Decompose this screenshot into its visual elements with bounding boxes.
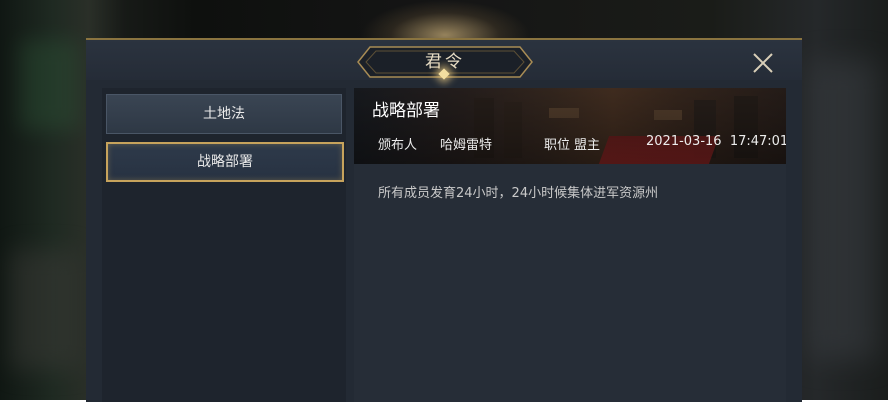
background-blur [808, 60, 878, 360]
decree-detail: 战略部署 颁布人 哈姆雷特 职位 盟主 2021-03-16 17:47:01 … [354, 88, 786, 402]
decree-dialog: 君令 土地法 战略部署 战略部署 颁布人 哈姆雷特 职位 盟主 2021-03-… [86, 38, 802, 402]
publisher-label: 颁布人 [378, 138, 418, 153]
close-button[interactable] [750, 50, 776, 76]
tab-strategic-deployment[interactable]: 战略部署 [106, 142, 344, 182]
background-blur [20, 40, 80, 130]
decree-content: 所有成员发育24小时，24小时候集体进军资源州 [378, 186, 659, 201]
decree-banner: 战略部署 颁布人 哈姆雷特 职位 盟主 2021-03-16 17:47:01 [354, 88, 786, 164]
tab-land-law[interactable]: 土地法 [106, 94, 342, 134]
position-value: 盟主 [574, 138, 601, 153]
close-icon [753, 53, 773, 73]
decree-timestamp: 2021-03-16 17:47:01 [646, 134, 786, 149]
position-label: 职位 [544, 138, 571, 153]
publisher-name: 哈姆雷特 [440, 138, 493, 153]
decree-list: 土地法 战略部署 [102, 88, 346, 402]
decree-title: 战略部署 [372, 101, 440, 121]
background-blur [10, 250, 80, 370]
